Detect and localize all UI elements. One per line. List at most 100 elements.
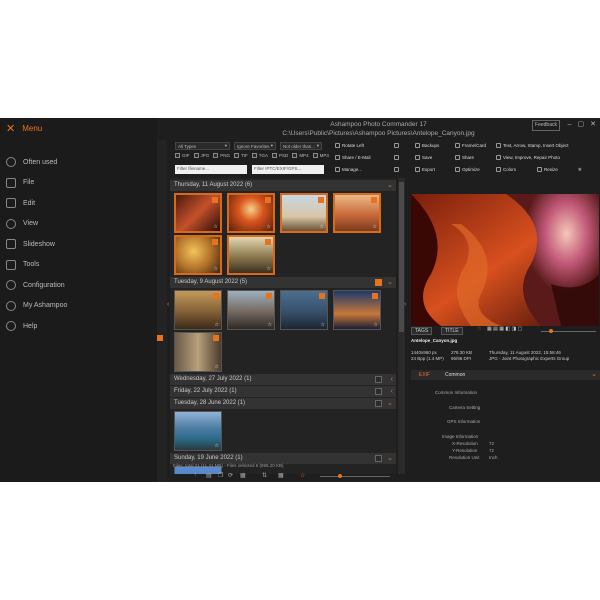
favorites-filter-select[interactable]: Ignore Favorites [234, 142, 276, 150]
star-icon[interactable]: ☆ [215, 322, 219, 328]
sidebar-item-configuration[interactable]: Configuration [0, 275, 157, 296]
sort-icon[interactable]: ⇅ [262, 472, 267, 479]
check-icon[interactable] [212, 197, 218, 203]
sidebar-item-my-ashampoo[interactable]: My Ashampoo [0, 296, 157, 317]
tab-exif[interactable]: EXIF [419, 372, 430, 378]
check-icon[interactable] [265, 197, 271, 203]
thumbnail[interactable]: ☆ [227, 235, 275, 275]
toggle-icon-2[interactable] [394, 155, 399, 160]
manage-button[interactable]: Manage... [335, 167, 362, 172]
close-window-icon[interactable]: ✕ [590, 120, 596, 129]
chevron-down-icon[interactable]: ⌄ [387, 180, 393, 191]
sidebar-item-often-used[interactable]: Often used [0, 152, 157, 173]
date-group-header[interactable]: Wednesday, 27 July 2022 (1) ‹ [170, 374, 396, 385]
toggle-icon-1[interactable] [394, 143, 399, 148]
filename-filter-input[interactable]: Filter filename... [175, 165, 247, 174]
star-icon[interactable]: ☆ [215, 364, 219, 370]
star-icon[interactable]: ☆ [320, 224, 324, 230]
check-icon[interactable] [213, 293, 219, 299]
frame-card-button[interactable]: Frame/Card [455, 143, 486, 148]
group-checkbox[interactable] [375, 279, 382, 286]
thumbnail[interactable]: ☆ [333, 290, 381, 330]
filetype-mp3[interactable]: MP3 [312, 153, 329, 158]
filetype-psd[interactable]: PSD [272, 153, 288, 158]
export-button[interactable]: Export [415, 167, 435, 172]
date-group-header[interactable]: Friday, 22 July 2022 (1) ‹ [170, 386, 396, 397]
filetype-tga[interactable]: TGA [251, 153, 268, 158]
rotate-left-button[interactable]: Rotate Left [335, 143, 364, 148]
toggle-icon-3[interactable] [394, 167, 399, 172]
zoom-slider[interactable] [320, 476, 390, 477]
grid-view-icon[interactable]: ▦ [240, 472, 246, 479]
date-filter-select[interactable]: Not older than... [280, 142, 322, 150]
check-icon[interactable] [266, 293, 272, 299]
star-icon[interactable]: ☆ [267, 224, 271, 230]
check-icon[interactable] [372, 293, 378, 299]
group-checkbox[interactable] [375, 376, 382, 383]
backups-button[interactable]: Backups [415, 143, 439, 148]
filetype-jpg[interactable]: JPG [193, 153, 209, 158]
copy-icon[interactable]: ❐ [218, 472, 223, 479]
date-group-header[interactable]: Tuesday, 9 August 2022 (5) ⌄ [170, 277, 396, 288]
resize-button[interactable]: Resize [537, 167, 558, 172]
thumbnail[interactable]: ☆ [174, 193, 222, 233]
thumbnail[interactable]: ☆ [174, 332, 222, 372]
filetype-tif[interactable]: TIF [234, 153, 248, 158]
sidebar-item-view[interactable]: View [0, 214, 157, 235]
check-icon[interactable] [371, 197, 377, 203]
thumbnail[interactable]: ☆ [174, 411, 222, 451]
tab-title[interactable]: TITLE [441, 327, 463, 335]
up-arrow-icon[interactable]: ↑ [194, 472, 197, 478]
check-icon[interactable] [318, 197, 324, 203]
tab-tags[interactable]: TAGS [411, 327, 433, 335]
feedback-button[interactable]: Feedback [532, 120, 560, 131]
refresh-icon[interactable]: ⟳ [228, 472, 233, 479]
preview-zoom-handle[interactable] [549, 329, 553, 333]
type-filter-select[interactable]: All Types [175, 142, 230, 150]
collapse-left-icon[interactable]: ‹ [167, 301, 169, 308]
layout-icon[interactable]: ▦ [278, 472, 284, 479]
check-icon[interactable] [212, 239, 218, 245]
menu-header[interactable]: ✕ Menu [0, 118, 157, 138]
grid-icon[interactable]: ▦ ▤ ▦ ◧ ◨ ▢ [487, 326, 522, 332]
view-icon[interactable]: ▤ [206, 472, 212, 479]
sidebar-item-tools[interactable]: Tools [0, 255, 157, 276]
star-icon[interactable]: ☆ [214, 224, 218, 230]
filetype-mp4[interactable]: MP4 [292, 153, 309, 158]
minimize-icon[interactable]: – [568, 120, 572, 129]
thumbnail[interactable]: ☆ [174, 290, 222, 330]
sidebar-item-edit[interactable]: Edit [0, 193, 157, 214]
thumbnail[interactable]: ☆ [280, 290, 328, 330]
close-icon[interactable]: ✕ [6, 122, 15, 135]
image-preview[interactable] [411, 194, 599, 326]
colors-button[interactable]: Colors [496, 167, 516, 172]
date-group-header[interactable]: Tuesday, 28 June 2022 (1) ⌄ [170, 398, 396, 409]
view-improve-button[interactable]: View, Improve, Repair Photo [496, 155, 560, 160]
chevron-down-icon[interactable]: ⌄ [387, 277, 393, 288]
collapse-right-icon[interactable]: › [404, 301, 406, 308]
filetype-png[interactable]: PNG [213, 153, 230, 158]
thumbnail[interactable]: ☆ [227, 193, 275, 233]
iptc-filter-input[interactable]: Filter IPTC/EXIF/GPS... [252, 165, 324, 174]
chevron-down-icon[interactable]: ⌄ [387, 398, 393, 409]
sidebar-item-slideshow[interactable]: Slideshow [0, 234, 157, 255]
group-checkbox[interactable] [375, 400, 382, 407]
optimize-button[interactable]: Optimize [455, 167, 480, 172]
thumbnail[interactable]: ☆ [227, 290, 275, 330]
filetype-gif[interactable]: GIF [175, 153, 190, 158]
star-icon[interactable]: ☆ [374, 322, 378, 328]
star-icon[interactable]: ☆ [477, 326, 481, 332]
check-icon[interactable] [213, 335, 219, 341]
sidebar-item-file[interactable]: File [0, 173, 157, 194]
zoom-slider-handle[interactable] [338, 474, 342, 478]
group-checkbox[interactable] [375, 455, 382, 462]
maximize-icon[interactable]: ▢ [578, 120, 585, 129]
folder-checkbox[interactable] [157, 335, 163, 341]
group-checkbox[interactable] [375, 388, 382, 395]
star-icon[interactable]: ☆ [321, 322, 325, 328]
tab-common[interactable]: Common [445, 372, 465, 378]
save-button[interactable]: Save [415, 155, 432, 160]
thumbnail[interactable]: ☆ [333, 193, 381, 233]
share-button[interactable]: Share [455, 155, 474, 160]
scrollbar-thumb[interactable] [399, 182, 404, 332]
